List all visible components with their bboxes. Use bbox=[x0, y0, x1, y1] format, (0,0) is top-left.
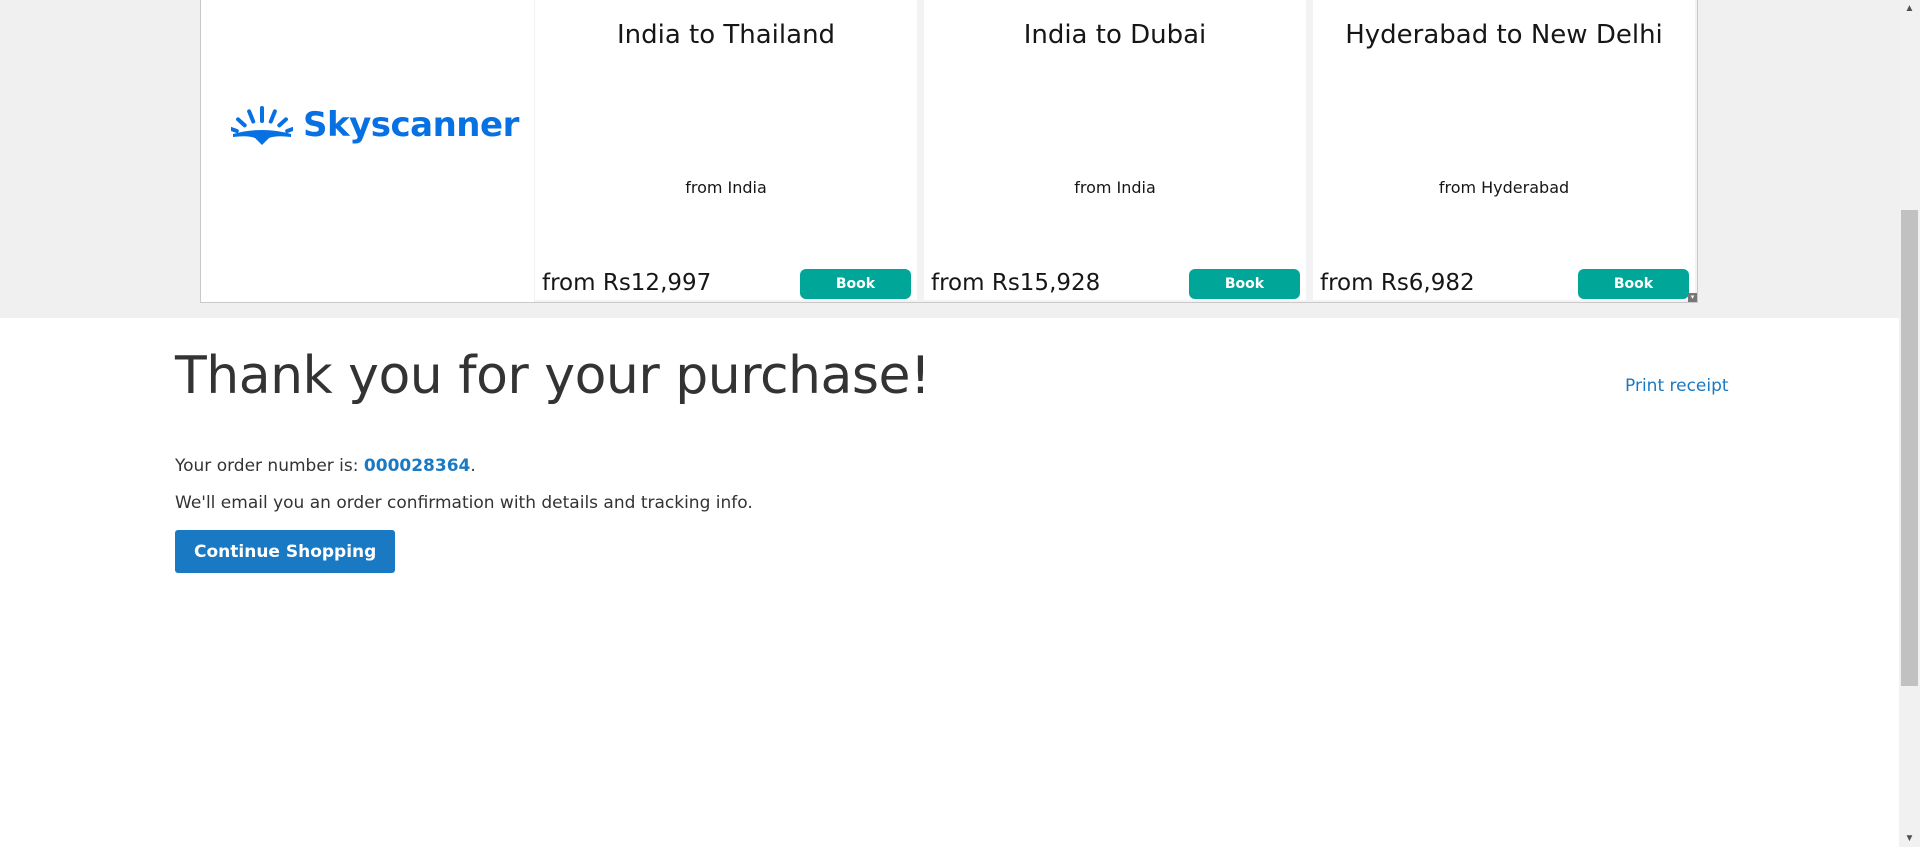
print-receipt-link[interactable]: Print receipt bbox=[1625, 376, 1729, 396]
ad-card-origin: from India bbox=[1074, 178, 1156, 197]
skyscanner-sunrise-icon bbox=[231, 106, 293, 145]
email-confirmation-note: We'll email you an order confirmation wi… bbox=[175, 493, 753, 513]
scroll-up-arrow-icon[interactable]: ▲ bbox=[1899, 0, 1920, 17]
continue-shopping-button[interactable]: Continue Shopping bbox=[175, 530, 396, 573]
ad-banner-area: Skyscanner India to Thailand from India … bbox=[0, 0, 1899, 318]
ad-card-origin: from Hyderabad bbox=[1438, 178, 1570, 197]
ad-logo-cell[interactable]: Skyscanner bbox=[201, 0, 534, 302]
ad-card-new-delhi[interactable]: Hyderabad to New Delhi from Hyderabad fr… bbox=[1313, 0, 1695, 300]
order-number-link[interactable]: 000028364 bbox=[364, 456, 470, 476]
adchoices-icon[interactable]: ▾ bbox=[1688, 293, 1697, 302]
vertical-scrollbar[interactable]: ▲ ▼ bbox=[1899, 0, 1920, 847]
ad-card-dubai[interactable]: India to Dubai from India from Rs15,928 … bbox=[924, 0, 1306, 300]
skyscanner-ad[interactable]: Skyscanner India to Thailand from India … bbox=[200, 0, 1698, 303]
order-number-suffix: . bbox=[470, 456, 476, 476]
order-number-line: Your order number is: 000028364. bbox=[175, 456, 476, 476]
ad-card-destination: India to Dubai bbox=[1023, 20, 1207, 50]
ad-book-button[interactable]: Book bbox=[800, 269, 911, 299]
ad-book-button[interactable]: Book bbox=[1578, 269, 1689, 299]
skyscanner-logo[interactable]: Skyscanner bbox=[231, 104, 519, 146]
page-title: Thank you for your purchase! bbox=[175, 346, 931, 406]
ad-card-price: from Rs6,982 bbox=[1320, 270, 1475, 296]
ad-card-price: from Rs15,928 bbox=[931, 270, 1101, 296]
ad-card-destination: India to Thailand bbox=[616, 20, 836, 50]
ad-card-destination: Hyderabad to New Delhi bbox=[1345, 20, 1663, 50]
ad-card-price: from Rs12,997 bbox=[542, 270, 712, 296]
order-number-label: Your order number is: bbox=[175, 456, 364, 476]
page: Skyscanner India to Thailand from India … bbox=[0, 0, 1920, 847]
scrollbar-thumb[interactable] bbox=[1901, 210, 1918, 686]
skyscanner-wordmark: Skyscanner bbox=[303, 105, 519, 145]
ad-card-origin: from India bbox=[685, 178, 767, 197]
scroll-down-arrow-icon[interactable]: ▼ bbox=[1899, 830, 1920, 847]
ad-book-button[interactable]: Book bbox=[1189, 269, 1300, 299]
ad-card-thailand[interactable]: India to Thailand from India from Rs12,9… bbox=[535, 0, 917, 300]
